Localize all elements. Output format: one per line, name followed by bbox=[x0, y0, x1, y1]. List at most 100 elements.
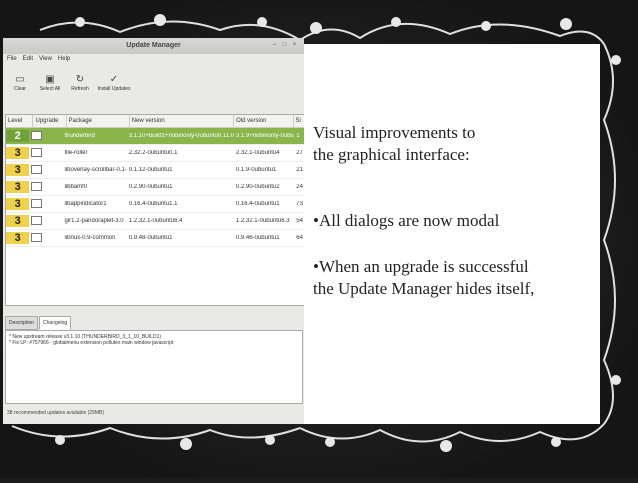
upgrade-checkbox[interactable] bbox=[31, 147, 43, 157]
status-bar: 38 recommended updates available (29MB) bbox=[7, 410, 104, 416]
close-icon[interactable]: × bbox=[291, 42, 298, 49]
install-updates-button[interactable]: ✓ Install Updates bbox=[97, 74, 131, 92]
level-badge: 3 bbox=[6, 232, 30, 244]
table-row[interactable]: 2 thunderbird 3.1.10+build1+nobinonly-0u… bbox=[6, 128, 304, 145]
upgrade-checkbox[interactable] bbox=[31, 181, 43, 191]
upgrade-cell bbox=[29, 232, 62, 244]
col-upgrade[interactable]: Upgrade bbox=[33, 115, 67, 127]
col-size[interactable]: Si bbox=[294, 115, 304, 127]
menu-bar: File Edit View Help bbox=[3, 54, 304, 64]
refresh-button[interactable]: ↻ Refresh bbox=[67, 74, 93, 92]
install-icon: ✓ bbox=[109, 74, 119, 85]
select-all-button[interactable]: ▣ Select All bbox=[37, 74, 63, 92]
upgrade-cell bbox=[29, 181, 62, 193]
size: 1 bbox=[296, 133, 300, 139]
size: 54 bbox=[296, 218, 303, 224]
new-version: 0.16.4-0ubuntu1.1 bbox=[128, 201, 178, 207]
clear-label: Clear bbox=[14, 86, 26, 92]
menu-help[interactable]: Help bbox=[58, 56, 70, 62]
upgrade-checkbox[interactable] bbox=[31, 215, 43, 225]
new-version: 0.1.12-0ubuntu1 bbox=[128, 167, 173, 173]
window-titlebar: Update Manager – □ × bbox=[3, 38, 304, 54]
old-version: 2.32.1-0ubuntu4 bbox=[235, 150, 280, 156]
tab-changelog[interactable]: Changelog bbox=[39, 316, 72, 330]
upgrade-checkbox[interactable] bbox=[31, 130, 43, 140]
col-old-version[interactable]: Old version bbox=[234, 115, 294, 127]
table-row[interactable]: 3 liboverlay-scrollbar-0.1-0 0.1.12-0ubu… bbox=[6, 162, 304, 179]
level-badge: 3 bbox=[6, 164, 30, 176]
table-row[interactable]: 3 gir1.2-pandoraplet-3.0 1.2.32.1-0ubunt… bbox=[6, 213, 304, 230]
upgrade-checkbox[interactable] bbox=[31, 198, 43, 208]
refresh-icon: ↻ bbox=[75, 74, 85, 85]
size: 64 bbox=[296, 235, 303, 241]
package-name: gir1.2-pandoraplet-3.0 bbox=[64, 218, 124, 224]
changelog-pane[interactable]: * New upstream release v3.1.10 (THUNDERB… bbox=[5, 330, 303, 404]
detail-tabs: Description Changelog bbox=[5, 316, 72, 330]
slide-text: Visual improvements to the graphical int… bbox=[313, 122, 603, 300]
package-name: libappindicator1 bbox=[64, 201, 107, 207]
level-badge: 3 bbox=[6, 215, 30, 227]
heading-line-2: the graphical interface: bbox=[313, 145, 470, 164]
bullet-upgrade-line-2: the Update Manager hides itself, bbox=[313, 279, 535, 298]
menu-file[interactable]: File bbox=[7, 56, 17, 62]
refresh-label: Refresh bbox=[71, 86, 89, 92]
old-version: 0.16.4-0ubuntu1 bbox=[235, 201, 280, 207]
col-level[interactable]: Level bbox=[6, 115, 34, 127]
new-version: 3.1.10+build1+nobinonly-0ubuntu0.11.04.1 bbox=[128, 133, 234, 139]
new-version: 1.2.32.1-0ubuntu6.4 bbox=[128, 218, 183, 224]
package-name: libnux-0.9-common bbox=[64, 235, 116, 241]
minimize-icon[interactable]: – bbox=[271, 42, 278, 49]
table-row[interactable]: 3 file-roller 2.32.2-0ubuntu0.1 2.32.1-0… bbox=[6, 145, 304, 162]
bullet-modal: •All dialogs are now modal bbox=[313, 211, 500, 230]
package-name: libbamf0 bbox=[64, 184, 88, 190]
upgrade-cell bbox=[29, 198, 62, 210]
new-version: 0.9.48-0ubuntu1 bbox=[128, 235, 173, 241]
table-row[interactable]: 3 libappindicator1 0.16.4-0ubuntu1.1 0.1… bbox=[6, 196, 304, 213]
tab-description[interactable]: Description bbox=[5, 316, 39, 330]
select-all-icon: ▣ bbox=[45, 74, 55, 85]
update-manager-window: Update Manager – □ × File Edit View Help… bbox=[3, 38, 304, 424]
menu-edit[interactable]: Edit bbox=[23, 56, 33, 62]
new-version: 0.2.90-0ubuntu1 bbox=[128, 184, 173, 190]
clear-button[interactable]: ▭ Clear bbox=[7, 74, 33, 92]
col-new-version[interactable]: New version bbox=[130, 115, 235, 127]
old-version: 1.2.32.1-0ubuntu6.3 bbox=[235, 218, 290, 224]
level-badge: 3 bbox=[6, 147, 30, 159]
clear-icon: ▭ bbox=[15, 74, 25, 85]
window-title: Update Manager bbox=[126, 42, 181, 49]
package-name: file-roller bbox=[64, 150, 88, 156]
table-row[interactable]: 3 libbamf0 0.2.90-0ubuntu1 0.2.90-0ubunt… bbox=[6, 179, 304, 196]
upgrade-cell bbox=[29, 164, 62, 176]
menu-view[interactable]: View bbox=[39, 56, 52, 62]
toolbar: ▭ Clear ▣ Select All ↻ Refresh ✓ Install Upd… bbox=[3, 64, 304, 92]
select-all-label: Select All bbox=[39, 86, 61, 92]
col-package[interactable]: Package bbox=[67, 115, 130, 127]
new-version: 2.32.2-0ubuntu0.1 bbox=[128, 150, 178, 156]
old-version: 0.2.90-0ubuntu2 bbox=[235, 184, 280, 190]
size: 21 bbox=[296, 167, 303, 173]
upgrade-cell bbox=[29, 130, 62, 142]
heading-line-1: Visual improvements to bbox=[313, 123, 476, 142]
table-row[interactable]: 3 libnux-0.9-common 0.9.48-0ubuntu1 0.9.… bbox=[6, 230, 304, 247]
old-version: 0.9.46-0ubuntu1 bbox=[235, 235, 280, 241]
upgrade-cell bbox=[29, 147, 62, 159]
upgrade-checkbox[interactable] bbox=[31, 164, 43, 174]
install-label: Install Updates bbox=[97, 86, 131, 92]
level-badge: 2 bbox=[6, 130, 30, 142]
upgrade-cell bbox=[29, 215, 62, 227]
updates-table: Level Upgrade Package New version Old ve… bbox=[5, 114, 304, 306]
old-version: 0.1.9-0ubuntu1 bbox=[235, 167, 277, 173]
old-version: 3.1.9+nobinonly-0ubuntu0.11.04 bbox=[235, 133, 294, 139]
package-name: liboverlay-scrollbar-0.1-0 bbox=[64, 167, 127, 173]
level-badge: 3 bbox=[6, 181, 30, 193]
table-header: Level Upgrade Package New version Old ve… bbox=[6, 115, 304, 128]
maximize-icon[interactable]: □ bbox=[281, 42, 288, 49]
level-badge: 3 bbox=[6, 198, 30, 210]
size: 27 bbox=[296, 150, 303, 156]
size: 24 bbox=[296, 184, 303, 190]
bullet-upgrade-line-1: •When an upgrade is successful bbox=[313, 257, 529, 276]
upgrade-checkbox[interactable] bbox=[31, 232, 43, 242]
changelog-line: * Fix LP: #757966 - globalmenu extension… bbox=[9, 340, 174, 346]
package-name: thunderbird bbox=[64, 133, 95, 139]
size: 73 bbox=[296, 201, 303, 207]
